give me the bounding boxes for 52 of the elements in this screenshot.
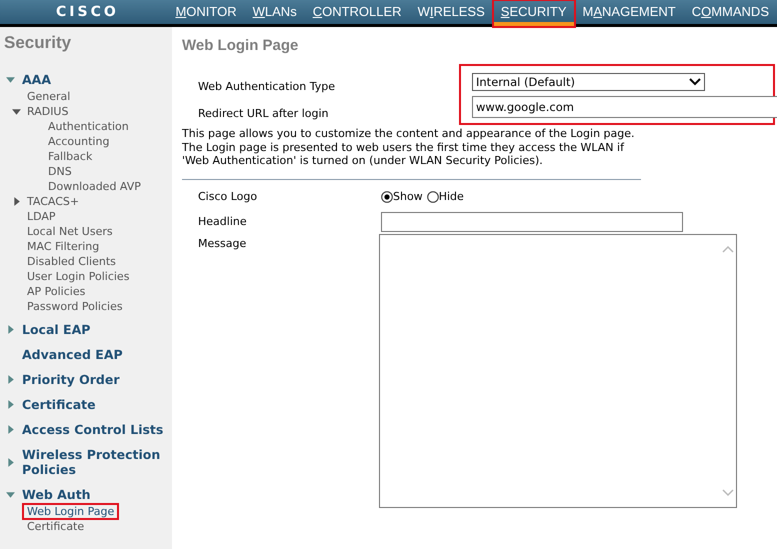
- tree-item[interactable]: AP Policies: [24, 285, 88, 298]
- nav-tab[interactable]: SECURITY: [492, 0, 575, 27]
- tree-item[interactable]: Local Net Users: [24, 225, 116, 238]
- sidebar-section[interactable]: Access Control Lists: [22, 422, 164, 437]
- tree-item[interactable]: LDAP: [24, 210, 59, 223]
- description-text: This page allows you to customize the content and appearance of the Login page. The Login page is presented to web users the first time they access the WLAN if 'Web Authentication' is turned on (under WLAN Security Policies).: [182, 127, 636, 168]
- field-label: Cisco Logo: [197, 190, 258, 203]
- logo: CISCO: [56, 4, 119, 20]
- redirect-url-field[interactable]: www.google.com: [472, 96, 777, 118]
- scroll-up-icon[interactable]: [722, 244, 734, 252]
- nav-tab[interactable]: CONTROLLER: [304, 0, 410, 27]
- tree-item[interactable]: RADIUS: [24, 105, 72, 118]
- radio-icon[interactable]: [426, 190, 439, 202]
- field-label: Web Authentication Type: [197, 78, 336, 94]
- tree-item[interactable]: Downloaded AVP: [45, 180, 144, 193]
- field-label: Headline: [197, 215, 248, 228]
- sidebar-title: Security: [4, 33, 72, 53]
- tree-item[interactable]: Password Policies: [24, 300, 126, 313]
- auth-type-select[interactable]: Internal (Default): [472, 73, 705, 91]
- chevron-down-icon: [689, 78, 701, 86]
- nav-tab[interactable]: COMMANDS: [684, 0, 777, 27]
- tree-item[interactable]: Authentication: [45, 120, 132, 133]
- tree-item[interactable]: Disabled Clients: [24, 255, 119, 268]
- sidebar-section[interactable]: AAA: [22, 72, 52, 87]
- field-label: Message: [197, 236, 248, 250]
- tree-item[interactable]: TACACS+: [24, 195, 82, 208]
- message-field[interactable]: [379, 234, 737, 508]
- radio-icon[interactable]: [381, 190, 393, 202]
- headline-field[interactable]: [381, 212, 683, 232]
- sidebar-section[interactable]: Wireless Protection Policies: [22, 447, 172, 477]
- sidebar-section[interactable]: Priority Order: [22, 372, 120, 387]
- radio-option[interactable]: Hide: [426, 190, 464, 203]
- tree-item[interactable]: Fallback: [45, 150, 96, 163]
- nav-tab[interactable]: WIRELESS: [410, 0, 493, 27]
- page-title: Web Login Page: [182, 37, 300, 54]
- radio-option[interactable]: Show: [381, 190, 423, 203]
- tree-item[interactable]: DNS: [45, 165, 75, 178]
- tree-item[interactable]: General: [24, 90, 74, 103]
- nav-tab[interactable]: MANAGEMENT: [574, 0, 684, 27]
- field-label: Redirect URL after login: [197, 106, 330, 122]
- scroll-down-icon[interactable]: [722, 488, 734, 496]
- sidebar-section[interactable]: Web Auth: [22, 487, 91, 502]
- sidebar-section[interactable]: Certificate: [22, 397, 96, 412]
- sidebar-section[interactable]: Local EAP: [22, 322, 90, 337]
- sidebar-section[interactable]: Advanced EAP: [22, 347, 123, 362]
- tree-item[interactable]: Certificate: [24, 520, 88, 533]
- tree-item[interactable]: Accounting: [45, 135, 112, 148]
- nav-tab[interactable]: WLANs: [244, 0, 305, 27]
- nav-tab[interactable]: MONITOR: [167, 0, 245, 27]
- tree-item[interactable]: User Login Policies: [24, 270, 132, 283]
- tree-item[interactable]: Web Login Page: [24, 505, 118, 518]
- tree-item[interactable]: MAC Filtering: [24, 240, 102, 253]
